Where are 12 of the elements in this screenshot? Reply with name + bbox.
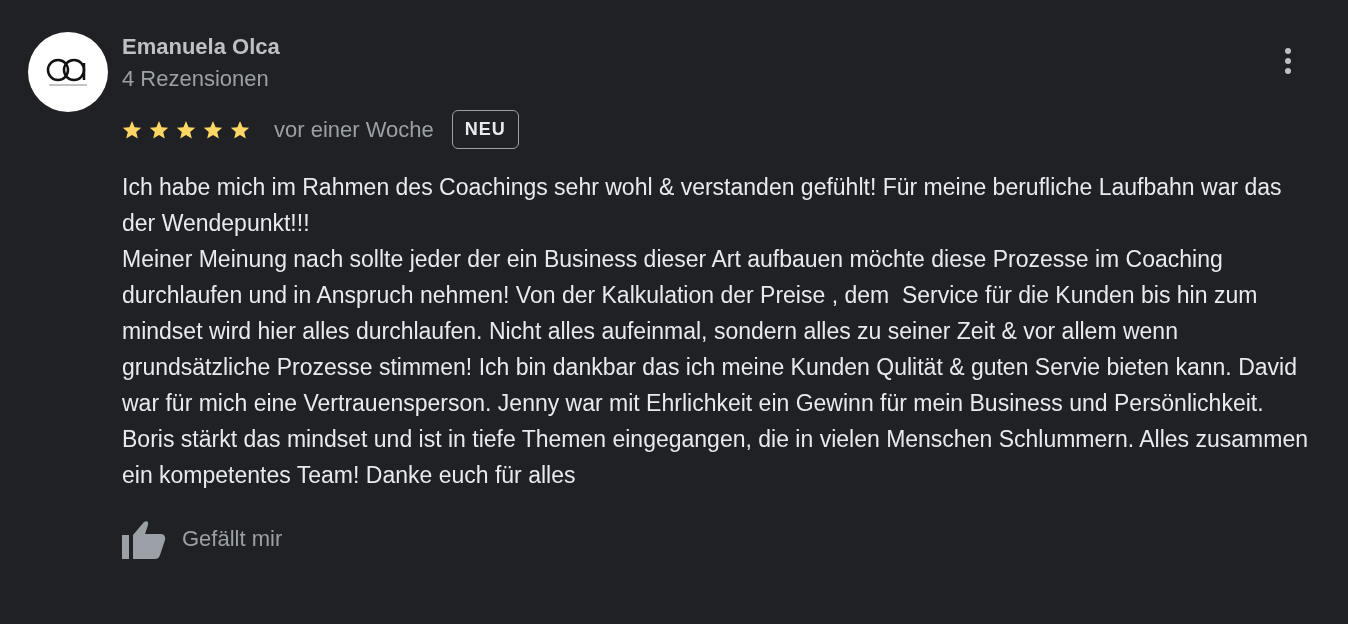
thumbs-up-icon — [122, 519, 168, 559]
review-date: vor einer Woche — [274, 116, 434, 143]
star-icon — [203, 120, 223, 139]
star-icon — [176, 120, 196, 139]
star-icon — [122, 120, 142, 139]
author-name[interactable]: Emanuela Olca — [122, 32, 280, 62]
new-badge: NEU — [451, 110, 519, 149]
star-icon — [149, 120, 169, 139]
review-count: 4 Rezensionen — [122, 65, 270, 93]
star-icon — [230, 120, 250, 139]
like-button[interactable]: Gefällt mir — [122, 519, 283, 559]
review-text: Ich habe mich im Rahmen des Coachings sehr wohl & verstanden gefühlt! Für meine berufliche Laufbahn war das der Wendepunkt!!! Meiner Meinung nach sollte jeder der ein Business dieser Art aufbauen möchte diese Prozesse im Coaching durchlaufen und in Anspruch nehmen! Von der Kalkulation der Preise , dem Service für die Kunden bis hin zum mindset wird hier alles durchlaufen. Nicht alles aufeinmal, sondern alles zu seiner Zeit & vor allem wenn grundsätzliche Prozesse stimmen! Ich bin dankbar das ich meine Kunden Qulität & guten Servie bieten kann. David war für mich eine Vertrauensperson. Jenny war mit Ehrlichkeit ein Gewinn für mein Business und Persönlichkeit. Boris stärkt das mindset und ist in tiefe Themen eingegangen, die in vielen Menschen Schlummern. Alles zusammen ein kompetentes Team! Danke euch für alles — [122, 173, 1309, 490]
